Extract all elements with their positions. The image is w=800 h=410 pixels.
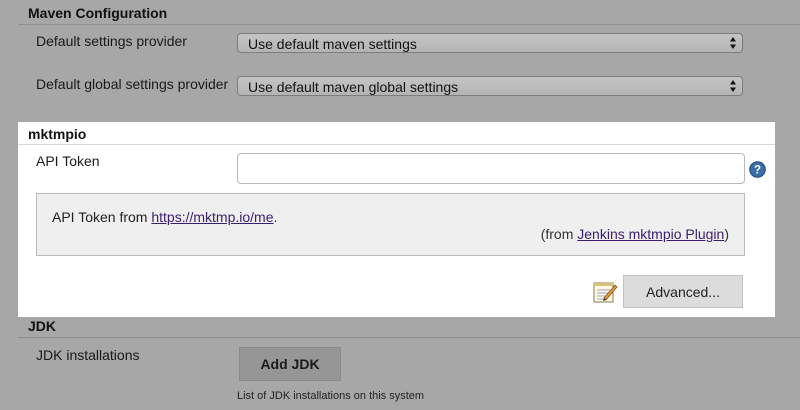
advanced-button[interactable]: Advanced... <box>623 275 743 308</box>
svg-text:?: ? <box>754 165 761 177</box>
mktmp-io-link[interactable]: https://mktmp.io/me <box>151 209 273 225</box>
add-jdk-button[interactable]: Add JDK <box>239 347 341 381</box>
up-down-arrows-icon <box>730 37 736 49</box>
api-token-help-box: API Token from https://mktmp.io/me. (fro… <box>36 193 745 256</box>
up-down-arrows-icon <box>730 80 736 92</box>
plugin-attribution: (from Jenkins mktmpio Plugin) <box>541 226 729 242</box>
jdk-installations-hint: List of JDK installations on this system <box>237 390 425 402</box>
default-global-settings-select[interactable]: Use default maven global settings <box>237 76 743 96</box>
maven-section-title: Maven Configuration <box>28 5 168 21</box>
mktmpio-section-title: mktmpio <box>28 126 87 142</box>
jdk-installations-label: JDK installations <box>36 347 140 363</box>
help-suffix-text: . <box>273 209 278 225</box>
plugin-link[interactable]: Jenkins mktmpio Plugin <box>577 226 724 242</box>
api-token-label: API Token <box>36 153 100 169</box>
default-global-settings-label: Default global settings provider <box>36 76 229 92</box>
help-icon[interactable]: ? <box>749 161 766 178</box>
api-token-input[interactable] <box>237 153 745 184</box>
from-prefix-text: (from <box>540 226 578 242</box>
maven-section-divider <box>18 24 800 25</box>
default-settings-label: Default settings provider <box>36 33 187 49</box>
default-global-settings-value: Use default maven global settings <box>248 79 459 95</box>
default-settings-value: Use default maven settings <box>248 36 417 52</box>
jdk-section-title: JDK <box>28 318 57 334</box>
notepad-icon[interactable] <box>592 280 618 304</box>
mktmpio-section-divider <box>18 144 775 145</box>
from-suffix-text: ) <box>724 226 729 242</box>
api-token-help-text: API Token from https://mktmp.io/me. <box>52 209 277 225</box>
help-prefix-text: API Token from <box>52 209 152 225</box>
jdk-section-divider <box>18 337 800 338</box>
default-settings-select[interactable]: Use default maven settings <box>237 33 743 53</box>
